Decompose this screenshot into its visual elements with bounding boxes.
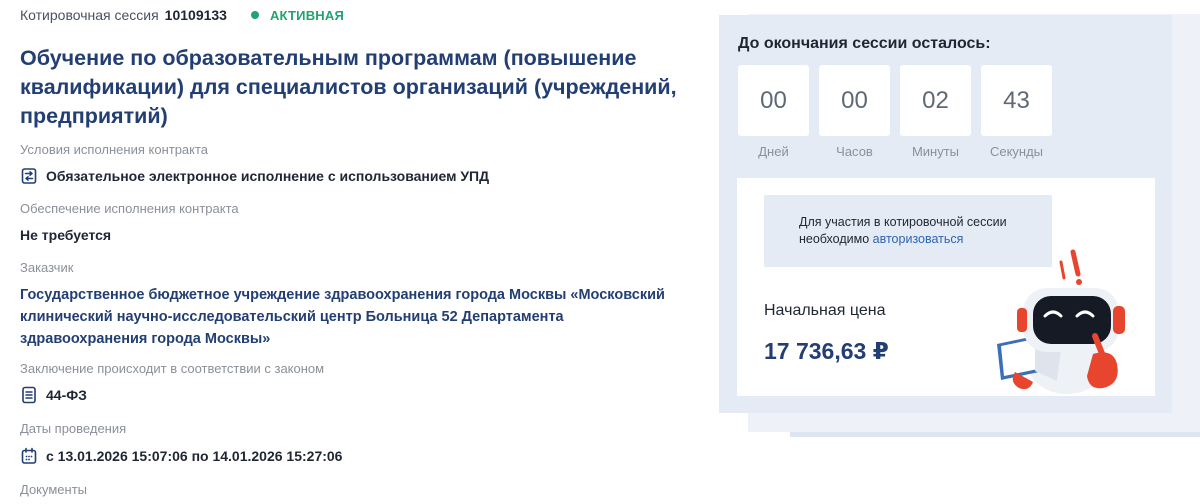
conditions-text: Обязательное электронное исполнение с ис… [46, 168, 490, 184]
countdown-hours-label: Часов [836, 144, 873, 159]
status-badge: АКТИВНАЯ [250, 7, 345, 23]
countdown-title: До окончания сессии осталось: [738, 35, 991, 52]
conditions-value: Обязательное электронное исполнение с ис… [20, 167, 489, 185]
session-number: 10109133 [164, 7, 227, 23]
countdown-seconds: 43 Секунды [981, 65, 1052, 159]
authorize-link[interactable]: авторизоваться [873, 232, 964, 246]
status-dot-icon [250, 11, 259, 19]
countdown-days: 00 Дней [738, 65, 809, 159]
law-value: 44-ФЗ [20, 386, 87, 404]
countdown-hours: 00 Часов [819, 65, 890, 159]
session-header: Котировочная сессия 10109133 АКТИВНАЯ [20, 6, 344, 24]
session-panel: До окончания сессии осталось: 00 Дней 00… [719, 15, 1172, 413]
dates-label: Даты проведения [20, 421, 127, 436]
dates-text: с 13.01.2026 15:07:06 по 14.01.2026 15:2… [46, 448, 343, 464]
countdown-hours-value: 00 [819, 65, 890, 136]
customer-label: Заказчик [20, 260, 74, 275]
countdown-timer: 00 Дней 00 Часов 02 Минуты 43 Секунды [738, 65, 1062, 159]
participation-card: Для участия в котировочной сессии необхо… [737, 178, 1155, 396]
countdown-minutes: 02 Минуты [900, 65, 971, 159]
law-text: 44-ФЗ [46, 387, 87, 403]
customer-link[interactable]: Государственное бюджетное учреждение здр… [20, 284, 690, 350]
price-value: 17 736,63 ₽ [764, 338, 889, 364]
robot-mascot-icon [997, 249, 1125, 394]
countdown-days-value: 00 [738, 65, 809, 136]
conditions-label: Условия исполнения контракта [20, 142, 209, 157]
countdown-seconds-label: Секунды [989, 144, 1044, 159]
documents-label: Документы [20, 482, 88, 497]
countdown-minutes-label: Минуты [911, 144, 960, 159]
security-value: Не требуется [20, 227, 111, 243]
countdown-days-label: Дней [758, 144, 789, 159]
session-label: Котировочная сессия [20, 7, 159, 23]
calendar-icon [21, 447, 37, 464]
security-label: Обеспечение исполнения контракта [20, 201, 239, 216]
status-text: АКТИВНАЯ [269, 7, 345, 23]
price-label: Начальная цена [764, 302, 886, 319]
page-title: Обучение по образовательным программам (… [20, 46, 677, 128]
security-text: Не требуется [20, 227, 112, 243]
document-exchange-icon [21, 168, 37, 184]
countdown-seconds-value: 43 [981, 65, 1052, 136]
document-list-icon [22, 386, 36, 404]
countdown-minutes-value: 02 [900, 65, 971, 136]
law-label: Заключение происходит в соответствии с з… [20, 361, 325, 376]
dates-value: с 13.01.2026 15:07:06 по 14.01.2026 15:2… [20, 447, 342, 465]
